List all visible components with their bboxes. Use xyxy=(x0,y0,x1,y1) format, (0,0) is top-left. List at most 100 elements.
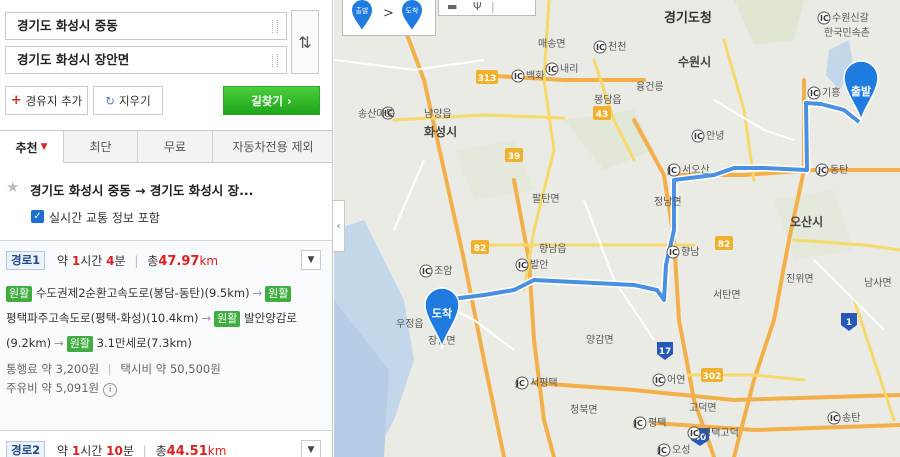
route-badge: 경로2 xyxy=(6,441,46,457)
swap-arrows-icon: ⇅ xyxy=(298,32,312,52)
tab-label: 자동차전용 제외 xyxy=(232,140,314,154)
svg-text:IC: IC xyxy=(655,376,664,385)
drag-handle-icon[interactable] xyxy=(272,20,278,33)
traffic-badge: 원활 xyxy=(66,336,94,352)
taxi-fare: 택시비 약 50,500원 xyxy=(120,362,221,376)
map-canvas: 313 39 82 43 82 302 17 1 40 IC IC IC IC … xyxy=(334,0,900,457)
svg-text:IC: IC xyxy=(830,414,839,423)
find-route-button[interactable]: 길찾기 › xyxy=(223,86,320,115)
car-icon[interactable]: ▬ xyxy=(447,0,457,13)
route-header: 경로2 약 1시간 10분 | 총44.51km ▼ xyxy=(0,431,332,457)
origin-value: 경기도 화성시 중동 xyxy=(17,18,118,33)
destination-input[interactable]: 경기도 화성시 장안면 xyxy=(5,46,287,74)
map-label: 안녕 xyxy=(706,130,724,142)
chevron-right-icon: › xyxy=(287,93,292,108)
route-badge: 경로1 xyxy=(6,251,46,270)
map-label: 한국민속촌 xyxy=(824,27,870,39)
svg-text:IC: IC xyxy=(422,267,431,276)
svg-text:1: 1 xyxy=(846,318,852,328)
map-label: 봉담읍 xyxy=(594,94,622,106)
arrow-icon: → xyxy=(201,311,212,325)
map-label: 서평택 xyxy=(530,377,558,389)
route-header: 경로1 약 1시간 4분 | 총47.97km ▼ xyxy=(0,241,332,279)
map-label: 송산마도 xyxy=(358,108,395,120)
map-label: 양감면 xyxy=(586,334,614,346)
map-label: 팔탄면 xyxy=(532,193,560,205)
segment-text: 발안양감로 xyxy=(244,311,297,325)
svg-text:17: 17 xyxy=(659,347,672,357)
segment-text: 3.1만세로(7.3km) xyxy=(96,336,192,350)
svg-text:IC: IC xyxy=(514,72,523,81)
arrow-icon: → xyxy=(252,286,263,300)
svg-text:JC: JC xyxy=(817,166,827,175)
svg-text:JC: JC xyxy=(633,419,643,428)
origin-input[interactable]: 경기도 화성시 중동 xyxy=(5,12,287,40)
map-label: 남양읍 xyxy=(424,108,452,120)
map-tools: ▬ Ψ | xyxy=(438,0,536,16)
tab-label: 무료 xyxy=(163,140,187,154)
expand-toggle-icon[interactable]: ▼ xyxy=(301,440,321,457)
map-label: 서탄면 xyxy=(713,289,741,301)
map-label: 기흥 xyxy=(822,86,840,99)
tab-free[interactable]: 무료 xyxy=(138,131,213,163)
svg-text:IC: IC xyxy=(690,429,699,438)
map-label: 천천 xyxy=(608,41,626,53)
restaurant-icon[interactable]: Ψ xyxy=(473,0,482,13)
svg-text:IC: IC xyxy=(810,89,819,98)
map-label: 고덕면 xyxy=(689,402,717,414)
swap-button[interactable]: ⇅ xyxy=(291,10,319,74)
expand-toggle-icon[interactable]: ▼ xyxy=(301,250,321,270)
tab-label: 최단 xyxy=(89,140,112,154)
map-label: 평택고덕 xyxy=(702,427,739,439)
tab-recommended[interactable]: 추천 ▼ xyxy=(0,131,64,163)
clear-button[interactable]: ↻ 지우기 xyxy=(93,86,163,115)
map-label: 동탄 xyxy=(830,164,848,176)
tool-divider: | xyxy=(491,0,495,13)
map-view[interactable]: 313 39 82 43 82 302 17 1 40 IC IC IC IC … xyxy=(334,0,900,457)
tab-shortest[interactable]: 최단 xyxy=(64,131,138,163)
star-icon[interactable]: ★ xyxy=(6,178,19,196)
add-waypoint-button[interactable]: + 경유지 추가 xyxy=(5,86,88,115)
map-label: 평택 xyxy=(648,417,666,429)
tab-exclude-expressway[interactable]: 자동차전용 제외 xyxy=(213,131,332,163)
map-label: 송탄 xyxy=(842,412,860,424)
map-label: 어연 xyxy=(667,374,685,386)
svg-text:39: 39 xyxy=(508,152,521,162)
realtime-label: 실시간 교통 정보 포함 xyxy=(49,211,160,225)
route-time: 약 1시간 10분 | 총44.51km xyxy=(57,444,227,457)
svg-text:도착: 도착 xyxy=(432,306,452,320)
map-label: 조암 xyxy=(434,265,452,277)
clear-label: 지우기 xyxy=(118,93,151,108)
svg-text:313: 313 xyxy=(478,74,497,84)
route-card-1[interactable]: 경로1 약 1시간 4분 | 총47.97km ▼ 원활 수도권제2순환고속도로… xyxy=(0,240,332,430)
map-label: 진위면 xyxy=(786,272,814,285)
start-marker-icon: 출발 xyxy=(352,0,372,30)
traffic-badge: 원활 xyxy=(265,286,292,302)
realtime-checkbox[interactable]: ✓ xyxy=(31,210,44,223)
drag-handle-icon[interactable] xyxy=(272,54,278,67)
add-waypoint-label: 경유지 추가 xyxy=(25,93,83,108)
directions-panel: 경기도 화성시 중동 경기도 화성시 장안면 ⇅ + 경유지 추가 ↻ 지우기 … xyxy=(0,0,333,457)
route-card-2[interactable]: 경로2 약 1시간 10분 | 총44.51km ▼ xyxy=(0,430,332,457)
map-legend: 출발 > 도착 xyxy=(342,0,436,36)
svg-text:출발: 출발 xyxy=(356,6,369,15)
end-marker-icon: 도착 xyxy=(402,0,422,30)
svg-text:IC: IC xyxy=(820,14,829,23)
map-label: 백화 xyxy=(526,70,544,82)
map-label: 매송면 xyxy=(538,38,566,50)
svg-text:IC: IC xyxy=(694,132,703,141)
segment-text: 수도권제2순환고속도로(봉담-동탄)(9.5km) xyxy=(35,286,250,300)
map-label: 우정읍 xyxy=(396,318,424,330)
svg-text:도착: 도착 xyxy=(406,7,419,15)
map-label: 수원신갈 xyxy=(832,11,869,24)
svg-text:IC: IC xyxy=(518,261,527,270)
route-costs: 통행료 약 3,200원 | 택시비 약 50,500원 주유비 약 5,091… xyxy=(6,362,221,397)
svg-text:출발: 출발 xyxy=(851,84,871,98)
info-icon[interactable]: i xyxy=(103,383,118,397)
svg-text:302: 302 xyxy=(703,372,722,382)
map-label: 융건릉 xyxy=(636,81,664,93)
collapse-panel-button[interactable]: ‹ xyxy=(333,200,345,252)
svg-text:JC: JC xyxy=(667,166,677,175)
traffic-badge: 원활 xyxy=(6,286,33,302)
traffic-badge: 원활 xyxy=(214,311,241,327)
